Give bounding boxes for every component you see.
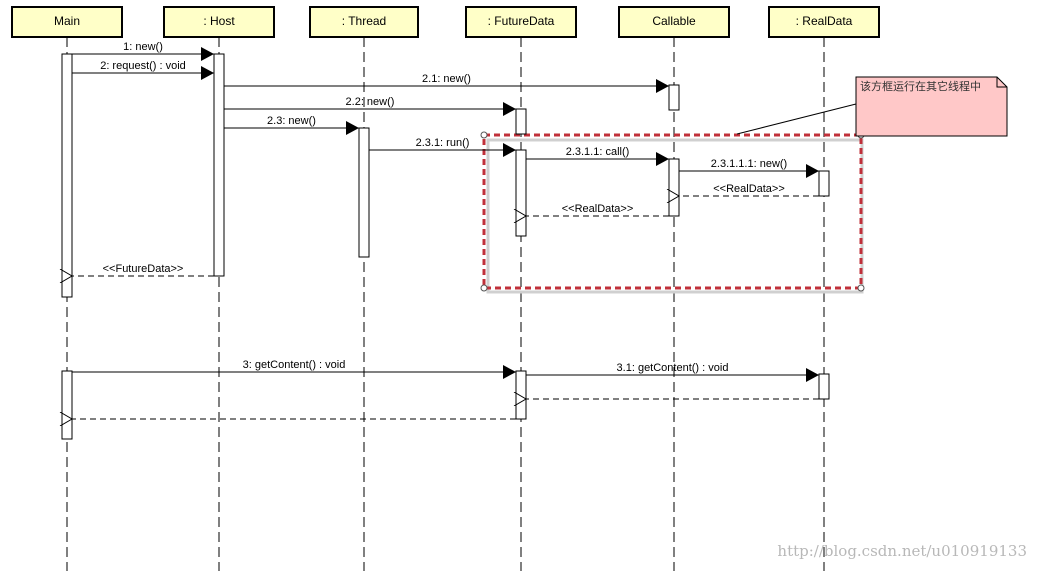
message-label: 2.3.1: run() [416,137,470,149]
participant-label: : Host [203,14,235,28]
participant-host[interactable]: : Host [163,6,275,38]
message[interactable]: <<FutureData>> [72,263,214,276]
participant-label: : Thread [342,14,386,28]
message-label: 3.1: getContent() : void [617,362,729,374]
message-label: <<FutureData>> [103,263,184,275]
message[interactable]: <<RealData>> [526,203,669,216]
activation-callable [668,84,680,111]
activation-futuredata [515,149,527,237]
participant-callable[interactable]: Callable [618,6,730,38]
participant-label: Main [54,14,80,28]
note: 该方框运行在其它线程中 [736,76,1008,137]
message-label: 2.3.1.1: call() [566,146,630,158]
message-label: <<RealData>> [562,203,634,215]
message[interactable]: 1: new() [72,41,214,61]
message[interactable]: <<RealData>> [679,183,819,196]
message[interactable]: 2.3: new() [224,115,359,135]
message[interactable]: 2.3.1.1.1: new() [679,158,819,178]
message-label: 2.3: new() [267,115,316,127]
activation-main [61,53,73,298]
watermark: http://blog.csdn.net/u010919133 [777,542,1027,560]
sequence-diagram: 1: new() 2: request() : void 2.1: new() 2.2… [11,6,1027,571]
message[interactable]: 2.2: new() [224,96,516,116]
activation-thread [358,127,370,258]
activation-futuredata [515,370,527,420]
message[interactable]: 2.1: new() [224,73,669,93]
participant-label: : FutureData [488,14,555,28]
message-label: 2.2: new() [346,96,395,108]
message-label: 2.3.1.1.1: new() [711,158,787,170]
message[interactable]: 3: getContent() : void [72,359,516,379]
participant-main[interactable]: Main [11,6,123,38]
message[interactable]: 2: request() : void [72,60,214,80]
message-label: 3: getContent() : void [243,359,346,371]
message-label: 1: new() [123,41,163,53]
activation-host [213,53,225,277]
participant-futuredata[interactable]: : FutureData [465,6,577,38]
activation-realdata [818,373,830,400]
participant-label: : RealData [796,14,853,28]
participant-thread[interactable]: : Thread [309,6,419,38]
message-label: <<RealData>> [713,183,785,195]
message[interactable]: 2.3.1.1: call() [526,146,669,166]
activation-callable [668,158,680,217]
participant-label: Callable [652,14,696,28]
message-label: 2: request() : void [100,60,186,72]
message-label: 2.1: new() [422,73,471,85]
activation-main [61,370,73,440]
activation-futuredata [515,108,527,135]
message[interactable]: 3.1: getContent() : void [526,362,819,382]
participant-realdata[interactable]: : RealData [768,6,880,38]
note-text: 该方框运行在其它线程中 [860,79,981,93]
activation-realdata [818,170,830,197]
